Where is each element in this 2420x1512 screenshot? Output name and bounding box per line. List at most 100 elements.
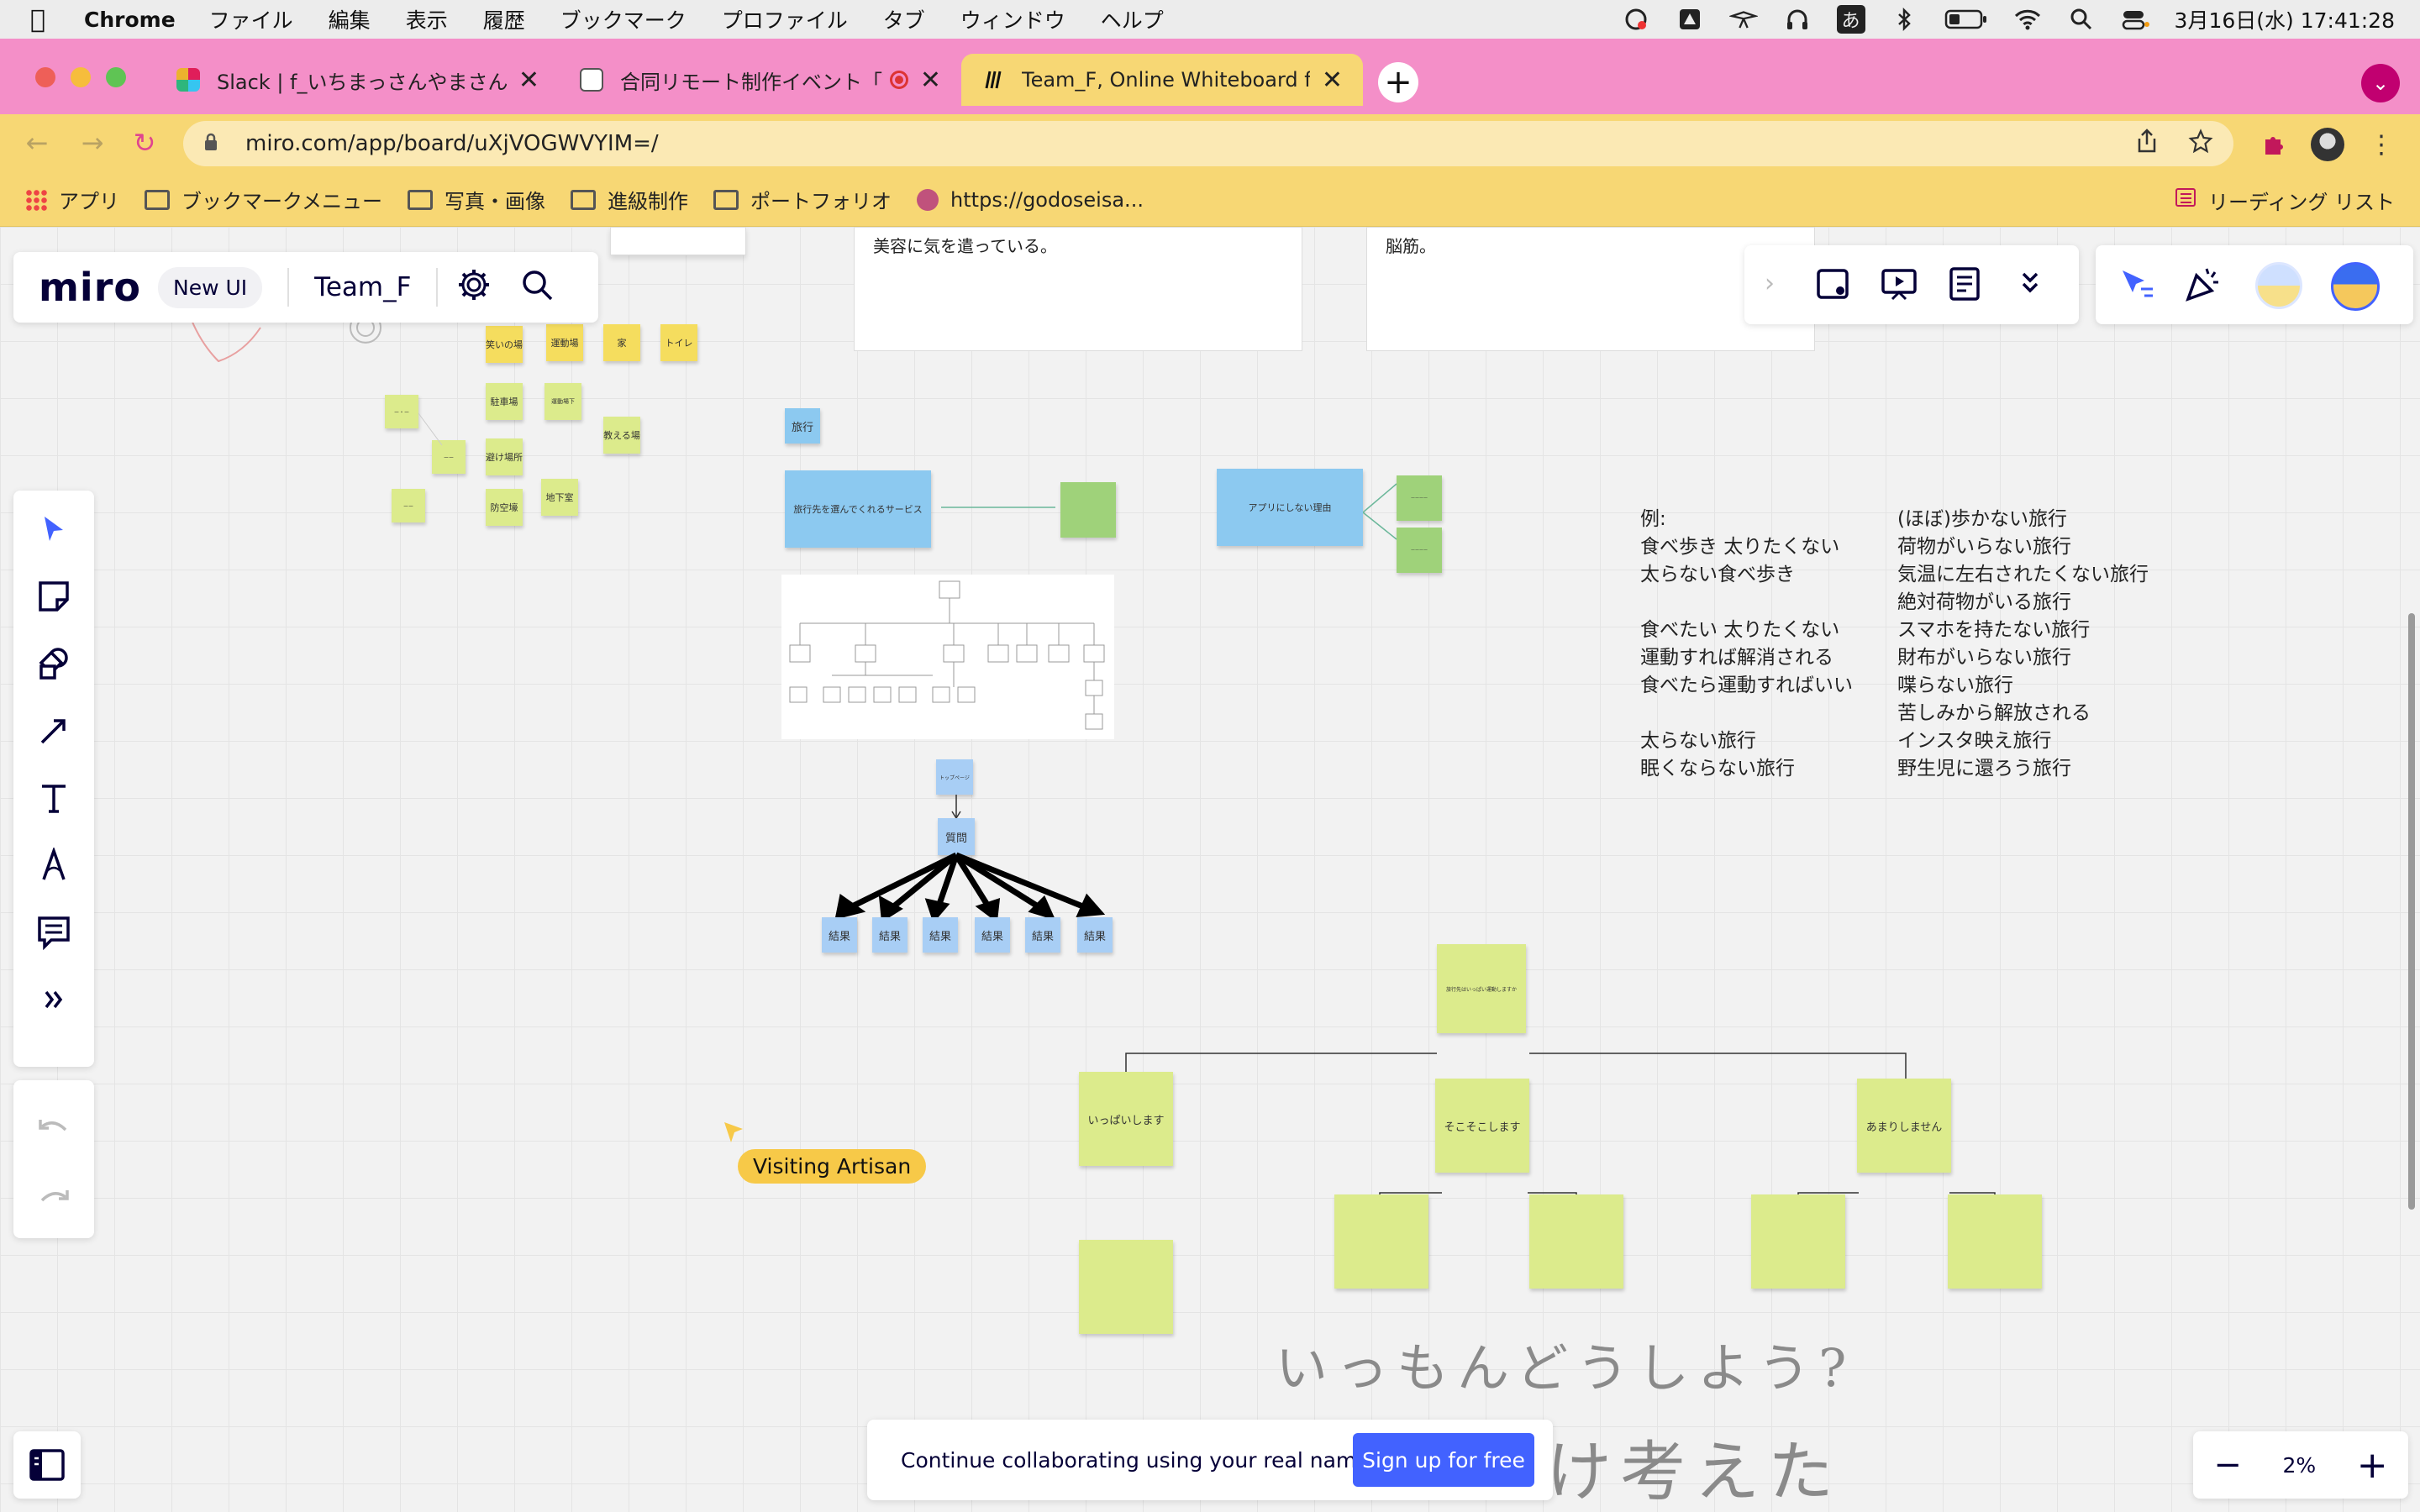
zoom-in-button[interactable]: + <box>2357 1444 2388 1487</box>
settings-gear-icon[interactable] <box>456 267 492 307</box>
menu-file[interactable]: ファイル <box>209 4 293 34</box>
partial-card[interactable] <box>610 227 746 255</box>
profile-avatar[interactable] <box>2311 128 2344 161</box>
handwriting-text[interactable]: け考えた <box>1546 1420 1842 1512</box>
bookmark-progress[interactable]: 進級制作 <box>571 185 688 214</box>
sticky-note-tree-mid[interactable]: そこそこします <box>1435 1079 1529 1173</box>
menu-tab[interactable]: タブ <box>883 4 925 34</box>
sticky-note-empty[interactable] <box>1948 1194 2042 1289</box>
example-text-right[interactable]: (ほぼ)歩かない旅行 荷物がいらない旅行 気温に左右されたくない旅行 絶対荷物が… <box>1897 506 2200 783</box>
zoom-window-button[interactable] <box>106 67 126 87</box>
share-icon[interactable] <box>2136 128 2158 160</box>
shapes-tool-icon[interactable] <box>13 633 94 694</box>
close-tab-icon[interactable]: ✕ <box>920 66 941 95</box>
zoom-level[interactable]: 2% <box>2282 1453 2316 1478</box>
bookmark-star-icon[interactable] <box>2188 128 2213 160</box>
tab-search-chevron-icon[interactable]: ⌄ <box>2361 64 2400 102</box>
text-tool-icon[interactable] <box>13 768 94 828</box>
bird-app-icon[interactable] <box>1728 5 1758 34</box>
undo-icon[interactable] <box>13 1099 94 1159</box>
sticky-note-result[interactable]: 結果 <box>1025 917 1060 953</box>
vertical-scrollbar[interactable] <box>2408 613 2415 1210</box>
notes-icon[interactable] <box>1948 265 1981 307</box>
close-tab-icon[interactable]: ✕ <box>518 66 539 95</box>
back-arrow-icon[interactable]: ← <box>20 126 54 160</box>
sticky-note-empty[interactable] <box>1751 1194 1845 1289</box>
spotlight-search-icon[interactable] <box>2067 5 2096 34</box>
sticky-note[interactable]: 運動場下 <box>544 383 581 420</box>
menu-history[interactable]: 履歴 <box>483 4 525 34</box>
redo-icon[interactable] <box>13 1169 94 1230</box>
tab-miro-active[interactable]: Team_F, Online Whiteboard for ✕ <box>961 54 1363 106</box>
forward-arrow-icon[interactable]: → <box>76 126 109 160</box>
sidebar-toggle-icon[interactable] <box>13 1431 81 1499</box>
sticky-note-yellow[interactable]: 家 <box>603 324 640 361</box>
menu-view[interactable]: 表示 <box>406 4 448 34</box>
sticky-note[interactable]: 教える場 <box>603 417 640 454</box>
celebrate-icon[interactable] <box>2183 264 2223 309</box>
sticky-note[interactable]: 避け場所 <box>486 438 523 475</box>
bookmark-portfolio[interactable]: ポートフォリオ <box>713 185 892 214</box>
sticky-note[interactable]: 駐車場 <box>486 383 523 420</box>
miro-logo[interactable]: miro <box>39 265 141 310</box>
menu-help[interactable]: ヘルプ <box>1101 4 1164 34</box>
pen-tool-icon[interactable] <box>13 835 94 895</box>
sticky-note[interactable]: ーー <box>392 489 425 522</box>
sticky-note-yellow[interactable]: トイレ <box>660 324 697 361</box>
sticky-note-yellow[interactable]: 運動場 <box>546 324 583 361</box>
tab-event[interactable]: 合同リモート制作イベント「W ✕ <box>560 54 961 106</box>
drive-icon[interactable] <box>1676 5 1704 34</box>
chevron-right-icon[interactable]: › <box>1765 269 1775 298</box>
extensions-puzzle-icon[interactable] <box>2257 128 2291 161</box>
sign-up-button[interactable]: Sign up for free <box>1353 1433 1534 1487</box>
zoom-out-button[interactable]: − <box>2213 1446 2242 1484</box>
minimize-window-button[interactable] <box>71 67 91 87</box>
sticky-note-empty[interactable] <box>1334 1194 1428 1289</box>
board-name[interactable]: Team_F <box>314 272 411 302</box>
sticky-note[interactable]: ー・ー <box>385 395 418 428</box>
tab-slack[interactable]: Slack | f_いちまっさんやまさん | ✕ <box>156 54 560 106</box>
close-tab-icon[interactable]: ✕ <box>1322 66 1343 95</box>
sticky-note-service[interactable]: 旅行先を選んでくれるサービス <box>785 470 931 548</box>
sticky-note-tree-left[interactable]: いっぱいします <box>1079 1072 1173 1166</box>
wifi-icon[interactable] <box>2013 5 2042 34</box>
bluetooth-icon[interactable] <box>1891 5 1919 34</box>
address-bar[interactable]: miro.com/app/board/uXjVOGWVYIM=/ <box>183 121 2233 166</box>
app-menu-chrome[interactable]: Chrome <box>84 8 176 32</box>
chrome-menu-icon[interactable]: ⋮ <box>2365 128 2398 161</box>
bookmark-godoseisaku[interactable]: https://godoseisa... <box>917 188 1144 212</box>
sticky-note-travel[interactable]: 旅行 <box>785 408 820 444</box>
control-center-icon[interactable] <box>2121 5 2149 34</box>
sticky-note-tree-root[interactable]: 旅行先はいっぱい運動しますか <box>1437 944 1526 1033</box>
headphones-icon[interactable] <box>1783 5 1812 34</box>
arrow-line-tool-icon[interactable] <box>13 701 94 761</box>
sitemap-diagram-image[interactable] <box>781 575 1114 739</box>
menu-bookmarks[interactable]: ブックマーク <box>560 4 687 34</box>
close-window-button[interactable] <box>35 67 55 87</box>
handwriting-text[interactable]: いっもんどうしよう? <box>1276 1326 1854 1401</box>
reload-icon[interactable]: ↻ <box>128 126 161 160</box>
sticky-note-yellow[interactable]: 笑いの場 <box>486 326 523 363</box>
collaborator-avatar[interactable] <box>2255 262 2302 309</box>
sticky-note-result[interactable]: 結果 <box>1077 917 1113 953</box>
sticky-note-empty[interactable] <box>1529 1194 1623 1289</box>
sticky-note[interactable]: 地下室 <box>541 479 578 516</box>
follow-cursor-icon[interactable] <box>2119 267 2156 309</box>
sticky-note[interactable]: 防空壕 <box>486 489 523 526</box>
sticky-note[interactable]: ーーーー <box>1397 528 1442 573</box>
example-text-left[interactable]: 例: 食べ歩き 太りたくない 太らない食べ歩き 食べたい 太りたくない 運動すれ… <box>1640 506 1892 783</box>
menu-edit[interactable]: 編集 <box>329 4 371 34</box>
sticky-note-empty[interactable] <box>1060 482 1116 538</box>
persona-card-1[interactable]: 美容に気を遣っている。 <box>854 227 1302 351</box>
new-tab-button[interactable]: + <box>1378 62 1418 102</box>
select-cursor-icon[interactable] <box>13 499 94 559</box>
search-icon[interactable] <box>520 268 554 307</box>
new-ui-badge[interactable]: New UI <box>158 266 263 308</box>
sticky-note-empty[interactable] <box>1079 1240 1173 1334</box>
sticky-note-result[interactable]: 結果 <box>872 917 908 953</box>
creative-cloud-icon[interactable] <box>1622 5 1650 34</box>
sticky-note-tree-right[interactable]: あまりしません <box>1857 1079 1951 1173</box>
sticky-note-top-page[interactable]: トップページ <box>936 759 973 795</box>
battery-icon[interactable] <box>1944 5 1988 34</box>
sticky-note-result[interactable]: 結果 <box>822 917 857 953</box>
